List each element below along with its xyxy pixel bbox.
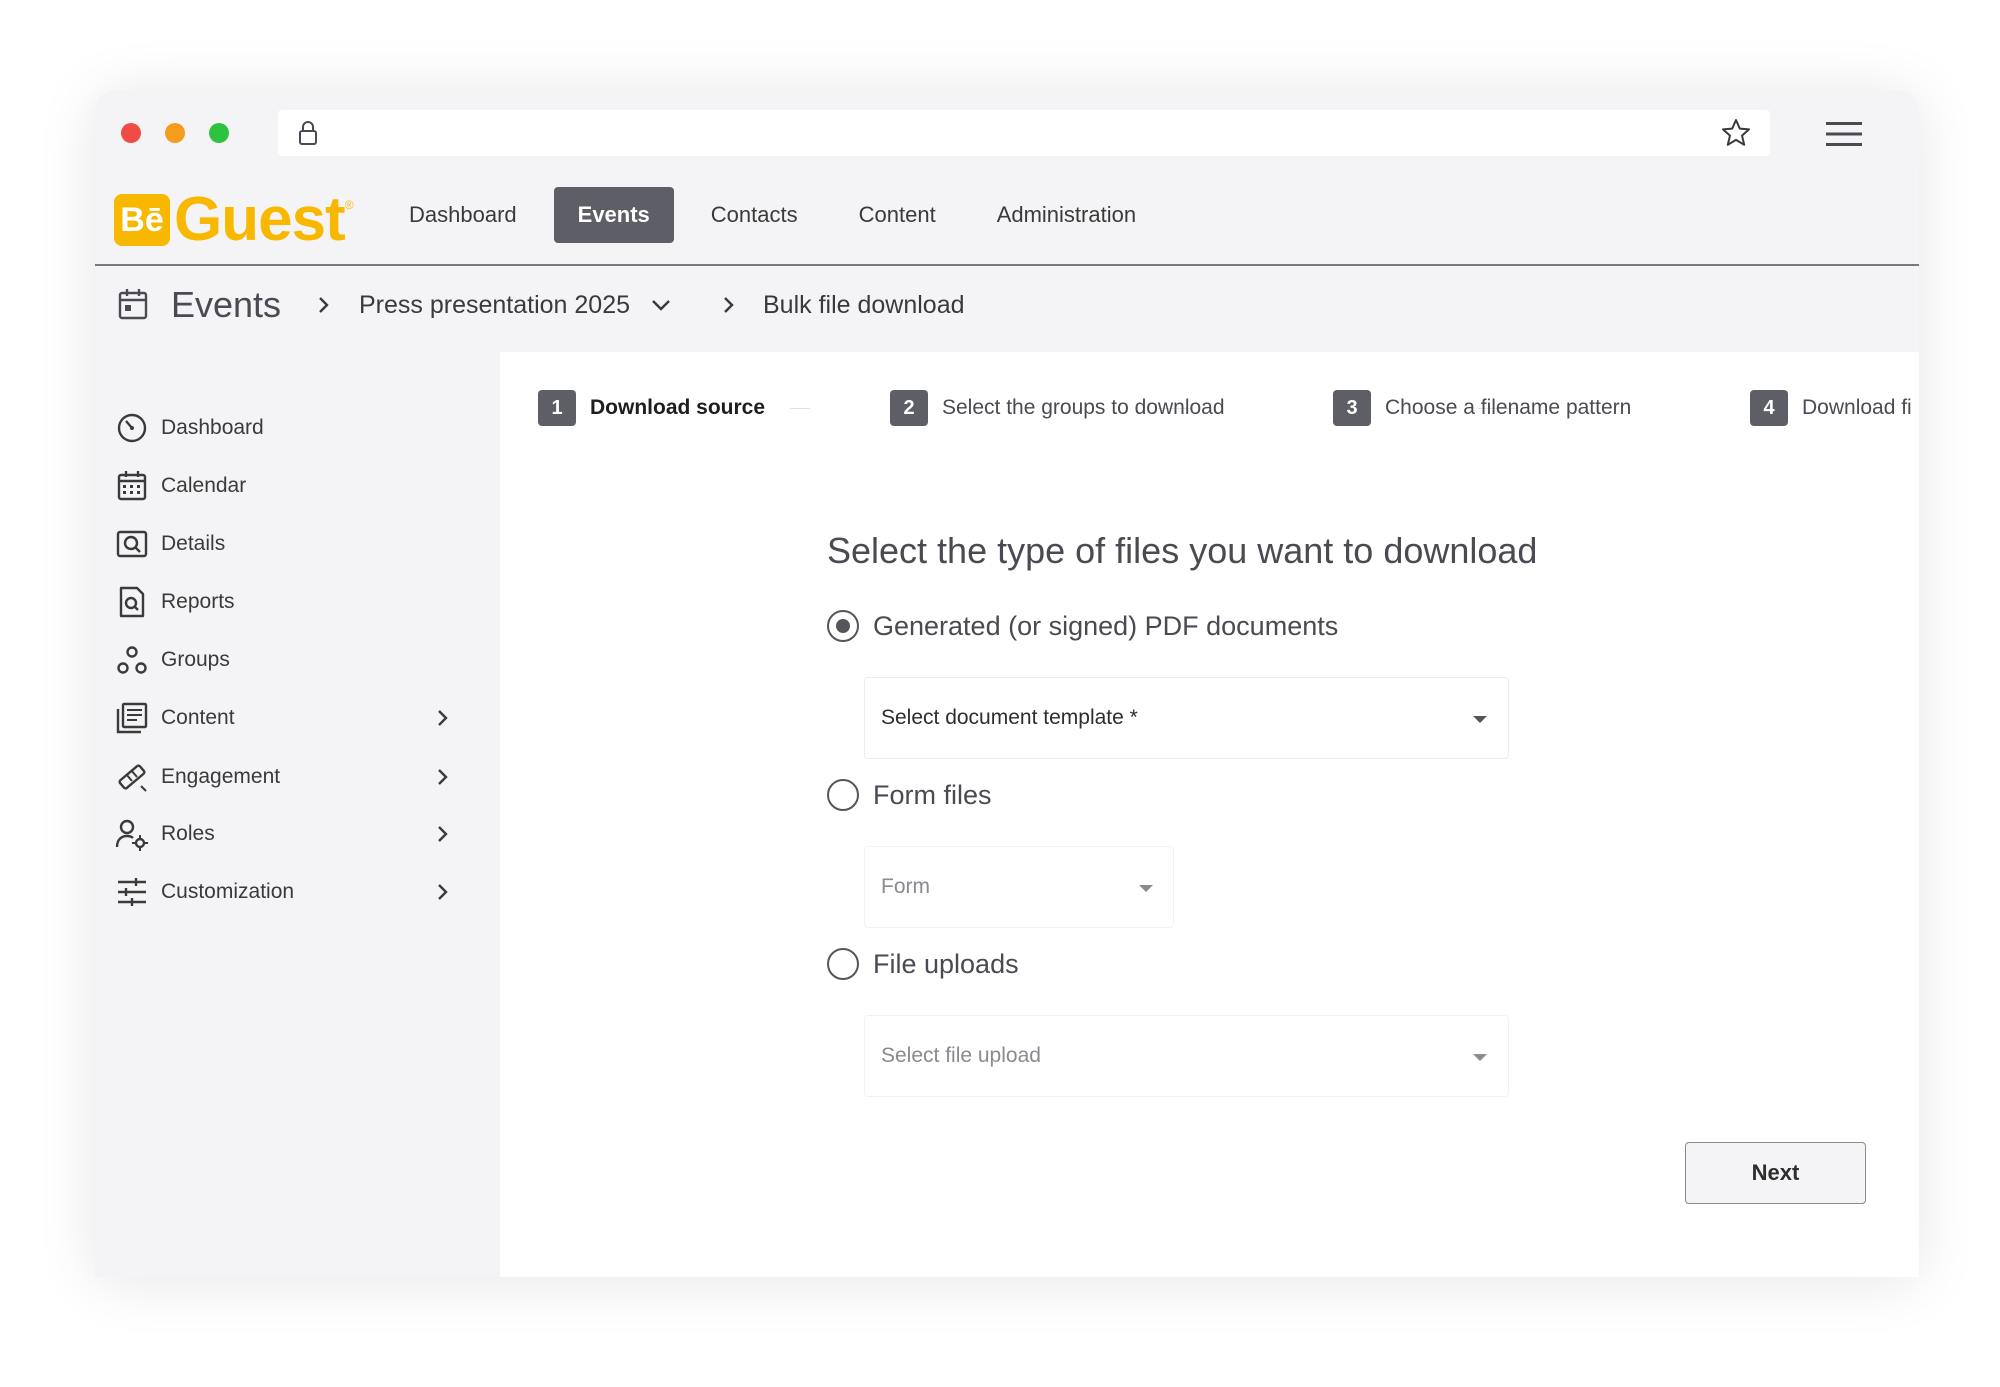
sidebar: Dashboard Calendar Details Reports Group… [95, 342, 500, 1277]
radio-pdf-documents[interactable] [827, 610, 859, 642]
dashboard-icon [117, 413, 147, 443]
form-select: Form [864, 846, 1174, 928]
sidebar-item-label: Calendar [161, 474, 247, 497]
sidebar-item-label: Roles [161, 822, 215, 845]
nav-dashboard[interactable]: Dashboard [385, 187, 541, 243]
file-upload-select: Select file upload [864, 1015, 1509, 1097]
sidebar-item-roles[interactable]: Roles [115, 814, 475, 854]
step-filename-pattern[interactable]: 3 Choose a filename pattern [1333, 389, 1631, 427]
step-label: Download fi [1802, 396, 1912, 419]
step-number: 3 [1333, 390, 1371, 426]
calendar-icon [118, 289, 148, 320]
chevron-right-icon [319, 297, 329, 313]
chevron-right-icon [438, 710, 448, 726]
option-label: Generated (or signed) PDF documents [873, 610, 1339, 641]
reports-icon [119, 586, 145, 618]
step-label: Select the groups to download [942, 396, 1225, 419]
sidebar-item-label: Content [161, 706, 235, 729]
calendar-icon [117, 471, 147, 501]
sidebar-item-label: Groups [161, 648, 230, 671]
step-number: 1 [538, 390, 576, 426]
breadcrumb-events[interactable]: Events [171, 284, 281, 326]
sidebar-item-label: Customization [161, 880, 295, 903]
nav-administration[interactable]: Administration [973, 187, 1160, 243]
chevron-down-icon[interactable] [650, 297, 672, 315]
radio-file-uploads[interactable] [827, 948, 859, 980]
sidebar-item-label: Engagement [161, 765, 281, 788]
option-form-files[interactable]: Form files [827, 779, 992, 811]
step-download-files[interactable]: 4 Download fi [1750, 389, 1912, 427]
caret-down-icon [1139, 885, 1153, 892]
sidebar-item-engagement[interactable]: Engagement [115, 757, 475, 797]
step-label: Download source [590, 396, 766, 419]
chevron-right-icon [438, 769, 448, 785]
minimize-window-button[interactable] [165, 123, 185, 143]
hamburger-menu-icon[interactable] [1826, 120, 1862, 148]
sidebar-item-label: Reports [161, 590, 235, 613]
radio-form-files[interactable] [827, 779, 859, 811]
bookmark-star-icon[interactable] [1720, 117, 1752, 149]
step-label: Choose a filename pattern [1385, 396, 1632, 419]
chevron-right-icon [438, 826, 448, 842]
breadcrumb: Events Press presentation 2025 Bulk file… [95, 268, 1919, 342]
sliders-icon [118, 878, 146, 906]
main-panel: 1 Download source 2 Select the groups to… [500, 352, 1919, 1277]
breadcrumb-current-page: Bulk file download [763, 291, 965, 319]
sidebar-item-content[interactable]: Content [115, 698, 475, 738]
close-window-button[interactable] [121, 123, 141, 143]
main-nav: Dashboard Events Contacts Content Admini… [385, 187, 1173, 243]
browser-chrome [95, 90, 1919, 174]
address-bar[interactable] [278, 110, 1770, 156]
engagement-icon [118, 764, 147, 792]
document-template-select[interactable]: Select document template * [864, 677, 1509, 759]
sidebar-item-groups[interactable]: Groups [115, 640, 475, 680]
groups-icon [117, 646, 147, 674]
caret-down-icon [1473, 1054, 1487, 1061]
sidebar-item-customization[interactable]: Customization [115, 872, 475, 912]
beguest-logo[interactable]: Bē Guest ® [114, 189, 354, 251]
step-select-groups[interactable]: 2 Select the groups to download [890, 389, 1225, 427]
step-number: 4 [1750, 390, 1788, 426]
nav-contacts[interactable]: Contacts [687, 187, 822, 243]
option-label: Form files [873, 779, 992, 810]
step-number: 2 [890, 390, 928, 426]
app-header: Bē Guest ® Dashboard Events Contacts Con… [95, 174, 1919, 266]
lock-icon [299, 121, 317, 145]
stepper: 1 Download source 2 Select the groups to… [538, 389, 1919, 429]
chevron-right-icon [438, 884, 448, 900]
browser-window: Bē Guest ® Dashboard Events Contacts Con… [95, 90, 1919, 1277]
step-connector [790, 408, 810, 409]
nav-events[interactable]: Events [553, 187, 674, 243]
select-placeholder: Select file upload [881, 1044, 1041, 1067]
roles-icon [115, 819, 148, 851]
select-placeholder: Form [881, 875, 930, 898]
maximize-window-button[interactable] [209, 123, 229, 143]
sidebar-item-calendar[interactable]: Calendar [115, 466, 475, 506]
option-pdf-documents[interactable]: Generated (or signed) PDF documents [827, 610, 1338, 642]
content-icon [116, 702, 148, 734]
sidebar-item-details[interactable]: Details [115, 524, 475, 564]
caret-down-icon [1473, 716, 1487, 723]
option-label: File uploads [873, 948, 1019, 979]
breadcrumb-event-select[interactable]: Press presentation 2025 [359, 291, 630, 320]
sidebar-item-dashboard[interactable]: Dashboard [115, 408, 475, 448]
select-placeholder: Select document template * [881, 706, 1138, 729]
chevron-right-icon [724, 297, 734, 313]
sidebar-item-label: Dashboard [161, 416, 264, 439]
next-button[interactable]: Next [1685, 1142, 1866, 1204]
option-file-uploads[interactable]: File uploads [827, 948, 1019, 980]
nav-content[interactable]: Content [835, 187, 960, 243]
details-icon [116, 530, 148, 558]
sidebar-item-label: Details [161, 532, 226, 555]
sidebar-item-reports[interactable]: Reports [115, 582, 475, 622]
form-heading: Select the type of files you want to dow… [827, 530, 1538, 571]
step-download-source[interactable]: 1 Download source [538, 389, 765, 427]
